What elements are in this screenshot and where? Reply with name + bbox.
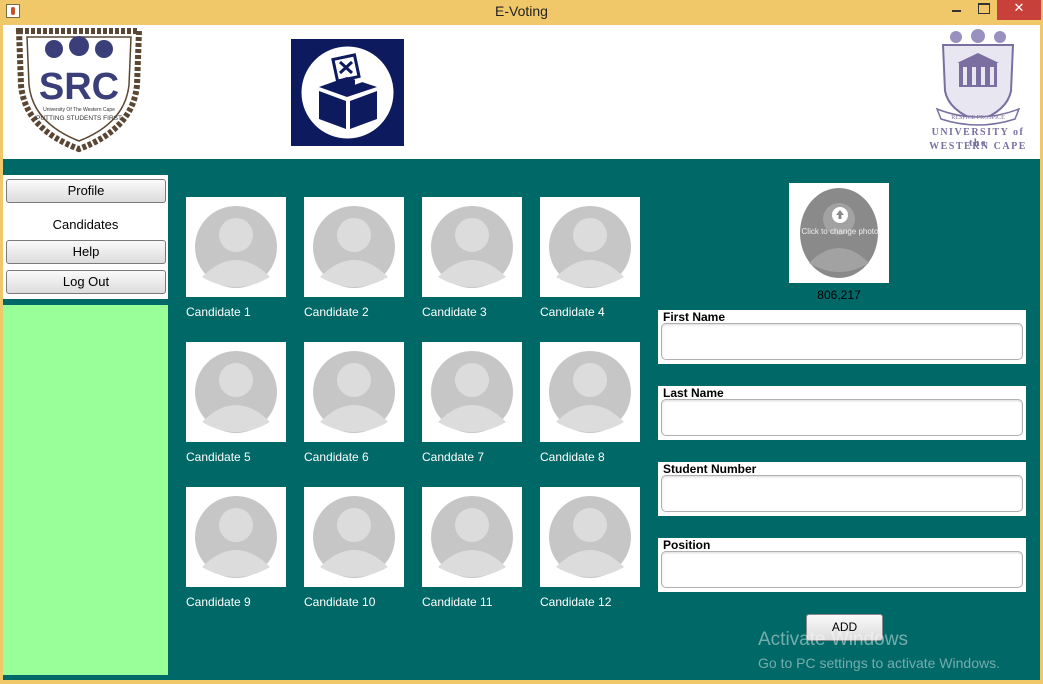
position-label: Position (663, 538, 711, 552)
position-input[interactable] (661, 551, 1023, 588)
candidate-name: Candidate 9 (186, 595, 251, 609)
avatar-placeholder-icon (313, 206, 395, 288)
candidate-name: Candidate 8 (540, 450, 605, 464)
uwc-motto: RESPICE PROSPICE (951, 115, 1005, 121)
position-field: Position (658, 538, 1026, 592)
header-banner: SRC University Of The Western Cape PUTTI… (3, 25, 1040, 159)
first-name-input[interactable] (661, 323, 1023, 360)
avatar-placeholder-icon (549, 351, 631, 433)
sidebar: Profile Candidates Help Log Out (3, 175, 168, 675)
candidate-photo[interactable] (422, 487, 522, 587)
uwc-crest: RESPICE PROSPICE (935, 29, 1021, 126)
candidate-name: Candidate 12 (540, 595, 612, 609)
src-logo-text: SRC (39, 66, 119, 108)
activate-windows-title: Activate Windows (758, 629, 908, 650)
last-name-input[interactable] (661, 399, 1023, 436)
candidate-photo[interactable] (422, 342, 522, 442)
candidate-name: Candidate 4 (540, 305, 605, 319)
main-panel: Profile Candidates Help Log Out Candidat… (3, 159, 1040, 680)
avatar-placeholder-icon (431, 351, 513, 433)
avatar-placeholder-icon (195, 351, 277, 433)
candidate-name: Canddate 7 (422, 450, 485, 464)
upload-photo-text: Click to change photo (801, 227, 879, 236)
first-name-label: First Name (663, 310, 726, 324)
avatar-placeholder-icon (313, 351, 395, 433)
candidate-photo[interactable] (186, 487, 286, 587)
candidate-name: Candidate 10 (304, 595, 376, 609)
last-name-label: Last Name (663, 386, 724, 400)
src-logo-subtext: University Of The Western Cape (43, 107, 115, 113)
uwc-logo: RESPICE PROSPICE UNIVERSITY of the WESTE… (923, 29, 1033, 155)
logout-button[interactable]: Log Out (6, 270, 166, 294)
candidate-photo[interactable] (422, 197, 522, 297)
profile-button[interactable]: Profile (6, 179, 166, 203)
candidates-label[interactable]: Candidates (3, 217, 168, 232)
candidate-photo[interactable] (304, 342, 404, 442)
candidate-photo[interactable] (540, 342, 640, 442)
ballot-box-icon (291, 39, 404, 146)
candidate-name: Candidate 3 (422, 305, 487, 319)
candidate-photo[interactable] (304, 487, 404, 587)
avatar-placeholder-icon (313, 496, 395, 578)
candidate-name: Candidate 2 (304, 305, 369, 319)
minimize-button[interactable] (943, 0, 969, 20)
student-number-input[interactable] (661, 475, 1023, 512)
uwc-name-line2: WESTERN CAPE (929, 141, 1027, 152)
candidate-photo[interactable] (540, 487, 640, 587)
activate-windows-subtitle: Go to PC settings to activate Windows. (758, 655, 1000, 671)
sidebar-menu: Profile Candidates Help Log Out (3, 175, 168, 299)
candidate-name: Candidate 11 (422, 595, 493, 609)
avatar-placeholder-icon (549, 496, 631, 578)
photo-coordinates: 806,217 (817, 288, 861, 302)
close-button[interactable]: ✕ (997, 0, 1041, 20)
candidate-name: Candidate 1 (186, 305, 251, 319)
candidate-name: Candidate 5 (186, 450, 251, 464)
src-logo: SRC University Of The Western Cape PUTTI… (15, 28, 143, 153)
upload-icon (832, 207, 848, 223)
avatar-placeholder-icon (431, 206, 513, 288)
upload-photo-placeholder: Click to change photo (800, 188, 879, 278)
candidate-photo[interactable] (186, 197, 286, 297)
title-bar[interactable]: E-Voting ✕ (0, 0, 1043, 24)
student-number-label: Student Number (663, 462, 757, 476)
student-number-field: Student Number (658, 462, 1026, 516)
window-title: E-Voting (495, 3, 548, 19)
src-logo-motto: PUTTING STUDENTS FIRST (36, 115, 122, 122)
avatar-placeholder-icon (431, 496, 513, 578)
candidate-photo[interactable] (304, 197, 404, 297)
avatar-placeholder-icon (195, 496, 277, 578)
last-name-field: Last Name (658, 386, 1026, 440)
first-name-field: First Name (658, 310, 1026, 364)
maximize-button[interactable] (970, 0, 996, 20)
candidate-photo[interactable] (540, 197, 640, 297)
avatar-placeholder-icon (195, 206, 277, 288)
candidate-photo[interactable] (186, 342, 286, 442)
sidebar-empty-panel (3, 305, 168, 675)
upload-photo-button[interactable]: Click to change photo (789, 183, 889, 283)
help-button[interactable]: Help (6, 240, 166, 264)
candidate-name: Candidate 6 (304, 450, 369, 464)
avatar-placeholder-icon (549, 206, 631, 288)
